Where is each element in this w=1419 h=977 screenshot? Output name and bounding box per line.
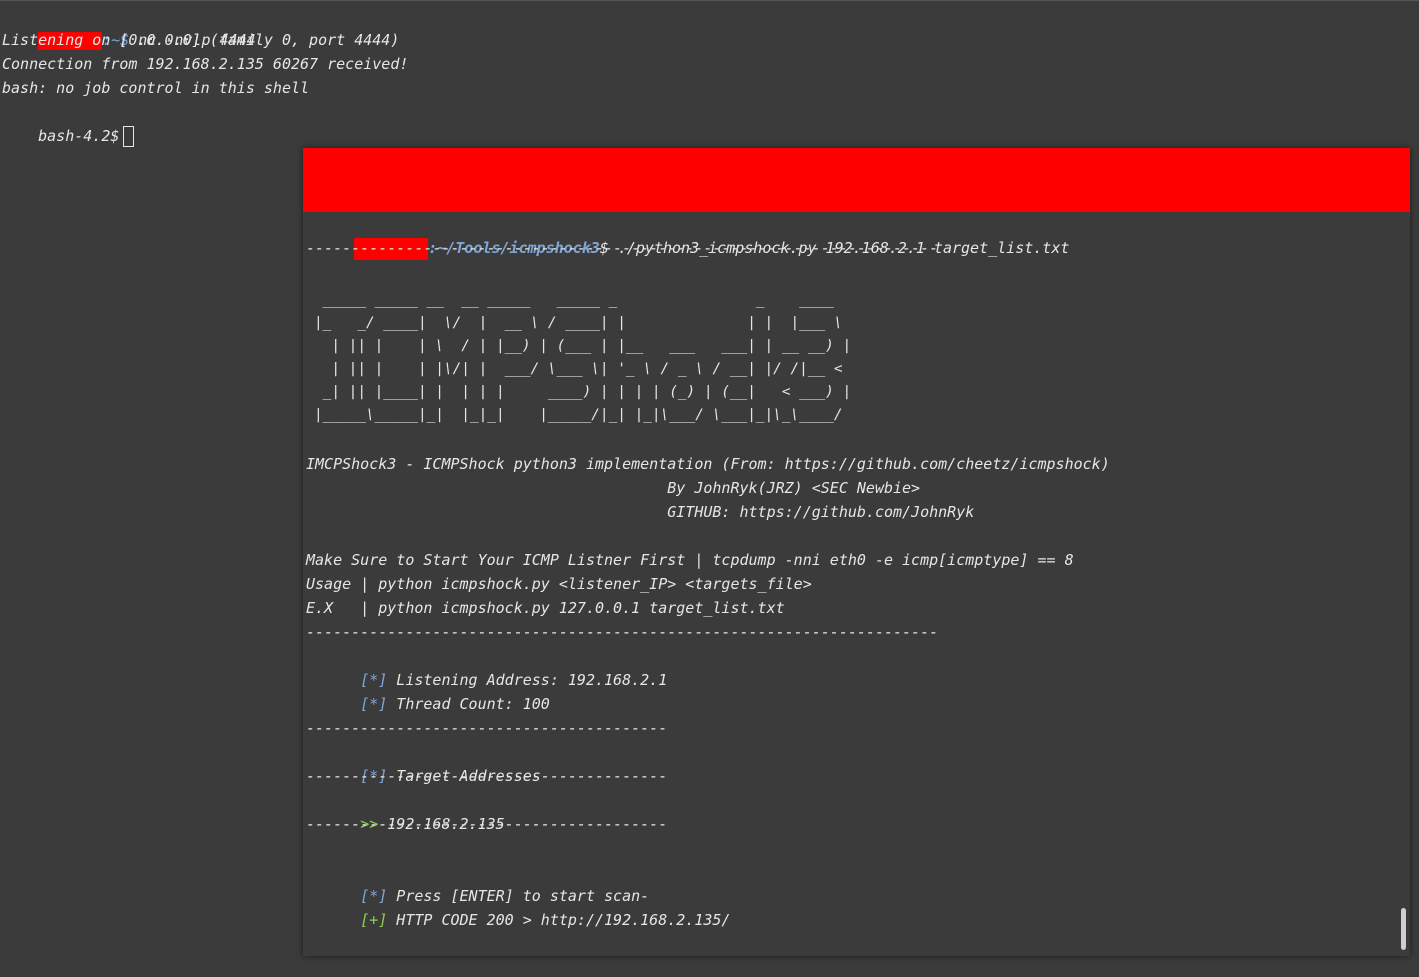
banner-line: |_ _/ ____| \/ | __ \ / ____| | | | |___… [314,315,843,331]
bash-prompt: bash-4.2$ [38,127,120,145]
foreground-terminal-window[interactable]: :~/Tools/icmpshock3$ ./python3_icmpshock… [303,148,1410,956]
connection-line: Connection from 192.168.2.135 60267 rece… [2,55,409,73]
github-line: GITHUB: https://github.com/JohnRyk [306,503,975,521]
author-line: By JohnRyk(JRZ) <SEC Newbie> [306,479,921,497]
press-enter-line: [*] Press [ENTER] to start scan- [306,860,649,905]
example-line: E.X | python icmpshock.py 127.0.0.1 targ… [306,599,785,617]
star-tag: [*] [360,695,388,713]
thread-count-line: [*] Thread Count: 100 [306,668,550,713]
terminal-output[interactable]: :~/Tools/icmpshock3$ ./python3_icmpshock… [306,212,1400,956]
banner-line: _____ _____ __ __ _____ _____ _ _ ____ [314,292,843,308]
separator-line: ---------------------------------------- [306,815,668,833]
separator-line: ----------------------------------------… [306,239,939,257]
banner-line: |_____\_____|_| |_|_| |_____/|_| |_|\___… [314,407,852,423]
plus-tag: [+] [360,911,388,929]
icmpshock-prompt-line: :~/Tools/icmpshock3$ ./python3_icmpshock… [303,212,1069,260]
separator-line: ---------------------------------------- [306,767,668,785]
usage-line: Usage | python icmpshock.py <listener_IP… [306,575,812,593]
http-result-line: [+] HTTP CODE 200 > http://192.168.2.135… [306,884,730,929]
thread-count-text: Thread Count: 100 [387,695,550,713]
job-control-line: bash: no job control in this shell [2,79,310,97]
banner-line: _| || |____| | | | | ____) | | | | (_) |… [314,384,852,400]
listening-line: Listening on [0.0.0.0] (family 0, port 4… [2,31,400,49]
separator-line: ---------------------------------------- [306,719,668,737]
redacted-title-bar [303,148,1410,212]
banner-line: | || | | |\/| | ___/ \___ \| '_ \ / _ \ … [314,361,852,377]
scrollbar[interactable] [1401,908,1406,950]
banner-line: | || | | \ / | |__) | (___ | |__ ___ ___… [314,338,852,354]
bash-prompt-line[interactable]: bash-4.2$ [2,100,135,147]
listening-address-line: [*] Listening Address: 192.168.2.1 [306,644,667,689]
separator-line: ----------------------------------------… [306,623,939,641]
help-line: Make Sure to Start Your ICMP Listner Fir… [306,551,1074,569]
info-line: IMCPShock3 - ICMPShock python3 implement… [306,455,1110,473]
target-ip-line: >> 192.168.2.135 [306,788,505,833]
text-cursor [123,126,135,147]
nc-prompt-line: :~$ nc -nvlp 4444 [2,4,256,50]
target-header-line: [*] Target Addresses [306,740,541,785]
http-result-text: HTTP CODE 200 > http://192.168.2.135/ [387,911,731,929]
